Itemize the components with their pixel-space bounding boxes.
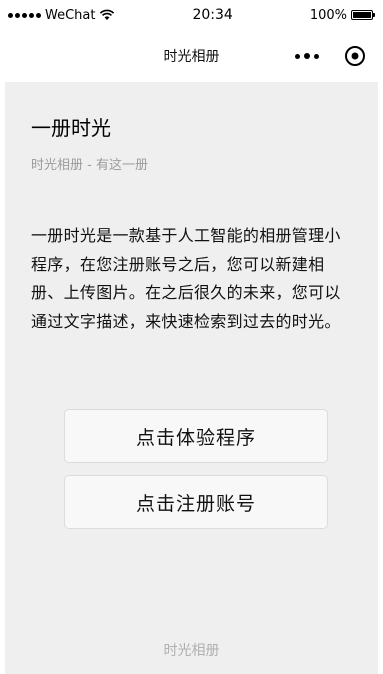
- try-program-button[interactable]: 点击体验程序: [64, 409, 328, 463]
- register-account-button[interactable]: 点击注册账号: [64, 475, 328, 529]
- status-time: 20:34: [192, 7, 233, 23]
- battery-percent: 100%: [309, 7, 347, 23]
- description-text: 一册时光是一款基于人工智能的相册管理小程序，在您注册账号之后，您可以新建相册、上…: [31, 226, 341, 331]
- status-right: 100%: [309, 7, 375, 23]
- page-subtitle: 时光相册 - 有这一册: [31, 158, 148, 173]
- status-left: WeChat: [8, 8, 115, 23]
- page-title: 一册时光: [31, 116, 111, 140]
- carrier-label: WeChat: [45, 7, 96, 23]
- battery-icon: [350, 10, 375, 20]
- wifi-icon: [100, 9, 115, 20]
- nav-title: 时光相册: [163, 49, 220, 65]
- nav-bar: 时光相册: [0, 30, 383, 82]
- main-content: 一册时光 时光相册 - 有这一册 一册时光是一款基于人工智能的相册管理小程序，在…: [5, 82, 378, 674]
- more-icon[interactable]: [295, 51, 319, 61]
- status-bar: WeChat 20:34 100%: [0, 0, 383, 30]
- close-icon[interactable]: [345, 46, 365, 66]
- capsule-divider: [332, 47, 333, 65]
- phone-screen: WeChat 20:34 100% 时光相册 一册时光 时光相册 - 有这一册 …: [0, 0, 383, 674]
- footer-label: 时光相册: [163, 643, 220, 659]
- mini-program-capsule: [285, 42, 371, 70]
- signal-icon: [8, 12, 41, 18]
